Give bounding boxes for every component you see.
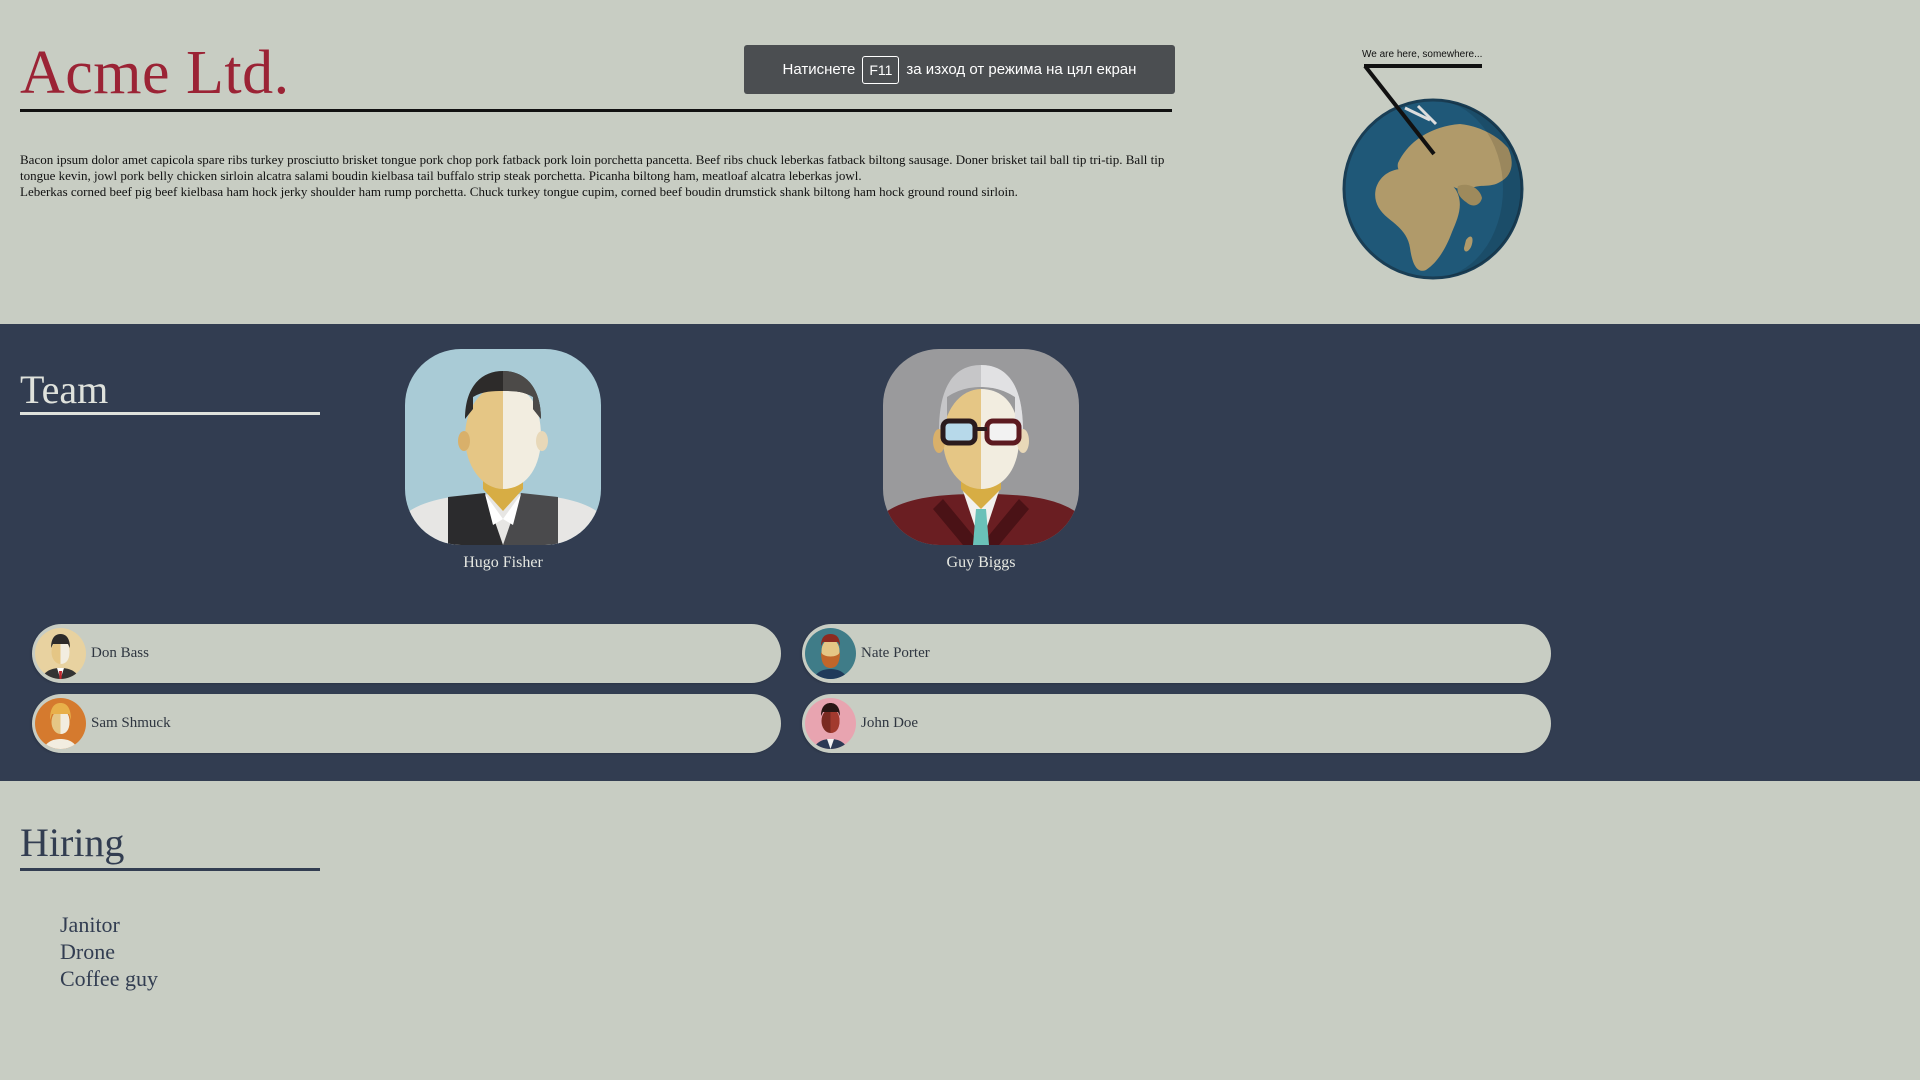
company-name: Acme Ltd. bbox=[20, 39, 290, 107]
globe-location: We are here, somewhere... bbox=[1340, 48, 1540, 288]
team-lead-card[interactable]: Hugo Fisher bbox=[405, 349, 601, 572]
position-item: Janitor bbox=[60, 912, 120, 937]
team-heading-underline bbox=[20, 412, 320, 415]
team-heading: Team bbox=[20, 367, 109, 412]
dark-man-avatar bbox=[805, 698, 856, 749]
hiring-heading: Hiring bbox=[20, 820, 125, 865]
notice-text-before: Натиснете bbox=[782, 61, 856, 78]
bearded-man-avatar bbox=[805, 628, 856, 679]
team-member-name: John Doe bbox=[861, 715, 919, 731]
open-positions-list: Janitor Drone Coffee guy bbox=[60, 911, 158, 992]
man-grey-hair-glasses-avatar bbox=[883, 349, 1079, 545]
globe-caption: We are here, somewhere... bbox=[1362, 49, 1483, 60]
globe-icon bbox=[1342, 64, 1524, 280]
man-black-hair-vest-avatar bbox=[405, 349, 601, 545]
intro-text: Bacon ipsum dolor amet capicola spare ri… bbox=[20, 152, 1172, 200]
team-member-name: Nate Porter bbox=[861, 645, 930, 661]
position-item: Coffee guy bbox=[60, 966, 158, 991]
team-lead-name: Hugo Fisher bbox=[463, 554, 543, 571]
intro-paragraph: Bacon ipsum dolor amet capicola spare ri… bbox=[20, 152, 1165, 183]
notice-text-after: за изход от режима на цял екран bbox=[906, 61, 1137, 78]
team-member-row[interactable]: John Doe bbox=[802, 694, 1551, 753]
team-lead-name: Guy Biggs bbox=[946, 554, 1016, 571]
hiring-heading-underline bbox=[20, 868, 320, 871]
team-section: Team Hugo Fisher Guy Biggs Don Bass Nate… bbox=[0, 324, 1920, 781]
intro-paragraph: Leberkas corned beef pig beef kielbasa h… bbox=[20, 184, 1018, 199]
team-lead-card[interactable]: Guy Biggs bbox=[883, 349, 1079, 572]
hiring-section: Hiring Janitor Drone Coffee guy bbox=[0, 781, 1920, 1080]
man-tie-avatar bbox=[35, 628, 86, 679]
team-member-name: Don Bass bbox=[91, 645, 149, 661]
f11-key-badge: F11 bbox=[862, 55, 900, 84]
team-member-row[interactable]: Don Bass bbox=[32, 624, 781, 683]
blonde-man-avatar bbox=[35, 698, 86, 749]
header-divider bbox=[20, 109, 1172, 112]
fullscreen-exit-notice: Натиснете F11 за изход от режима на цял … bbox=[744, 45, 1175, 94]
team-member-row[interactable]: Sam Shmuck bbox=[32, 694, 781, 753]
team-member-name: Sam Shmuck bbox=[91, 715, 171, 731]
header-section: Acme Ltd. Bacon ipsum dolor amet capicol… bbox=[0, 0, 1920, 324]
team-member-row[interactable]: Nate Porter bbox=[802, 624, 1551, 683]
position-item: Drone bbox=[60, 939, 115, 964]
